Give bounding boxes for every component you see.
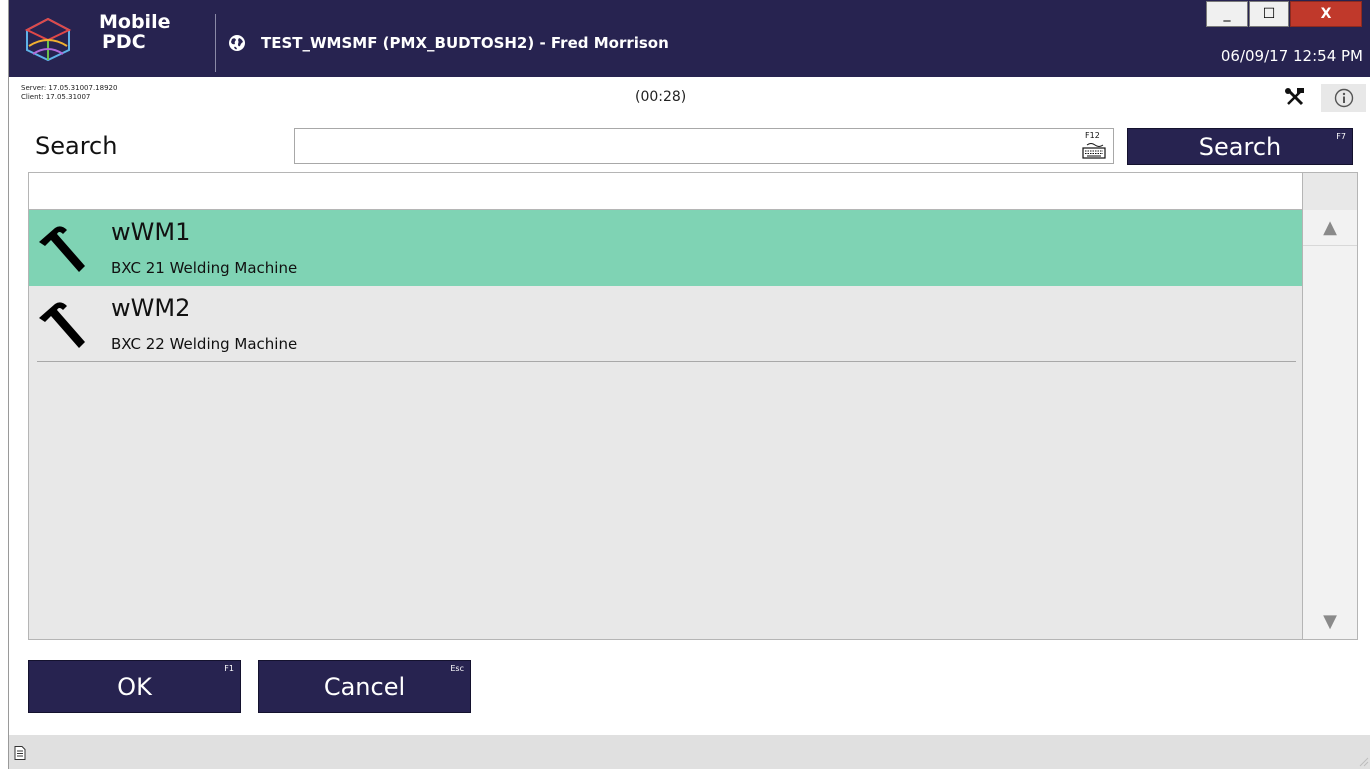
- server-version: Server: 17.05.31007.18920: [21, 84, 118, 92]
- minimize-button[interactable]: _: [1206, 1, 1248, 27]
- item-title: wWM1: [111, 218, 191, 246]
- mobile-pdc-logo-icon: [24, 17, 72, 62]
- scroll-down-button[interactable]: ▼: [1303, 603, 1357, 639]
- session-timer: (00:28): [635, 89, 687, 105]
- app-name: Mobile PDC: [99, 12, 170, 52]
- results-list: wWM1 BXC 21 Welding Machine wWM2 BXC 22 …: [28, 172, 1358, 640]
- search-button[interactable]: Search F7: [1127, 128, 1353, 165]
- item-subtitle: BXC 22 Welding Machine: [111, 335, 298, 353]
- tools-icon: [1285, 88, 1304, 106]
- list-item[interactable]: wWM1 BXC 21 Welding Machine: [29, 210, 1302, 286]
- scrollbar[interactable]: ▲ ▼: [1303, 210, 1357, 639]
- list-item[interactable]: wWM2 BXC 22 Welding Machine: [29, 286, 1302, 362]
- hammer-icon: [39, 302, 85, 348]
- app-name-line2: PDC: [102, 31, 146, 53]
- scroll-up-button[interactable]: ▲: [1303, 210, 1357, 246]
- session-title: TEST_WMSMF (PMX_BUDTOSH2) - Fred Morriso…: [261, 34, 669, 52]
- info-bar: Server: 17.05.31007.18920 Client: 17.05.…: [9, 77, 1370, 117]
- header-divider: [215, 14, 216, 72]
- client-version: Client: 17.05.31007: [21, 93, 91, 101]
- ok-shortcut: F1: [224, 664, 234, 673]
- ok-button[interactable]: OK F1: [28, 660, 241, 713]
- search-input[interactable]: [295, 129, 1065, 163]
- cancel-button-label: Cancel: [323, 672, 406, 701]
- close-button[interactable]: X: [1290, 1, 1362, 27]
- triangle-up-icon: ▲: [1323, 217, 1337, 238]
- keyboard-button[interactable]: F12: [1079, 131, 1109, 161]
- triangle-down-icon: ▼: [1323, 610, 1337, 632]
- row-divider: [37, 361, 1296, 362]
- maximize-button[interactable]: ☐: [1249, 1, 1289, 27]
- app-window: Mobile PDC TEST_WMSMF (PMX_BUDTOSH2) - F…: [8, 0, 1370, 769]
- search-field: F12: [294, 128, 1114, 164]
- search-button-label: Search: [1198, 132, 1282, 161]
- ok-button-label: OK: [117, 672, 152, 701]
- item-title: wWM2: [111, 294, 191, 322]
- status-bar: [9, 735, 1370, 769]
- search-label: Search: [35, 132, 118, 160]
- version-info: Server: 17.05.31007.18920 Client: 17.05.…: [21, 84, 117, 102]
- hammer-icon: [39, 226, 85, 272]
- datetime: 06/09/17 12:54 PM: [1220, 47, 1363, 65]
- list-header: [29, 173, 1303, 210]
- globe-icon: [229, 35, 245, 51]
- cancel-shortcut: Esc: [450, 664, 464, 673]
- keyboard-icon: [1082, 143, 1106, 159]
- title-bar: Mobile PDC TEST_WMSMF (PMX_BUDTOSH2) - F…: [9, 0, 1370, 77]
- info-icon: [1334, 88, 1353, 108]
- resize-grip-icon[interactable]: [1357, 755, 1369, 767]
- info-button[interactable]: [1321, 84, 1366, 112]
- tools-button[interactable]: [1283, 86, 1307, 108]
- document-icon[interactable]: [14, 746, 26, 760]
- list-body: wWM1 BXC 21 Welding Machine wWM2 BXC 22 …: [29, 210, 1303, 639]
- app-name-line1: Mobile: [99, 11, 171, 33]
- item-subtitle: BXC 21 Welding Machine: [111, 259, 298, 277]
- search-shortcut: F7: [1336, 132, 1346, 141]
- cancel-button[interactable]: Cancel Esc: [258, 660, 471, 713]
